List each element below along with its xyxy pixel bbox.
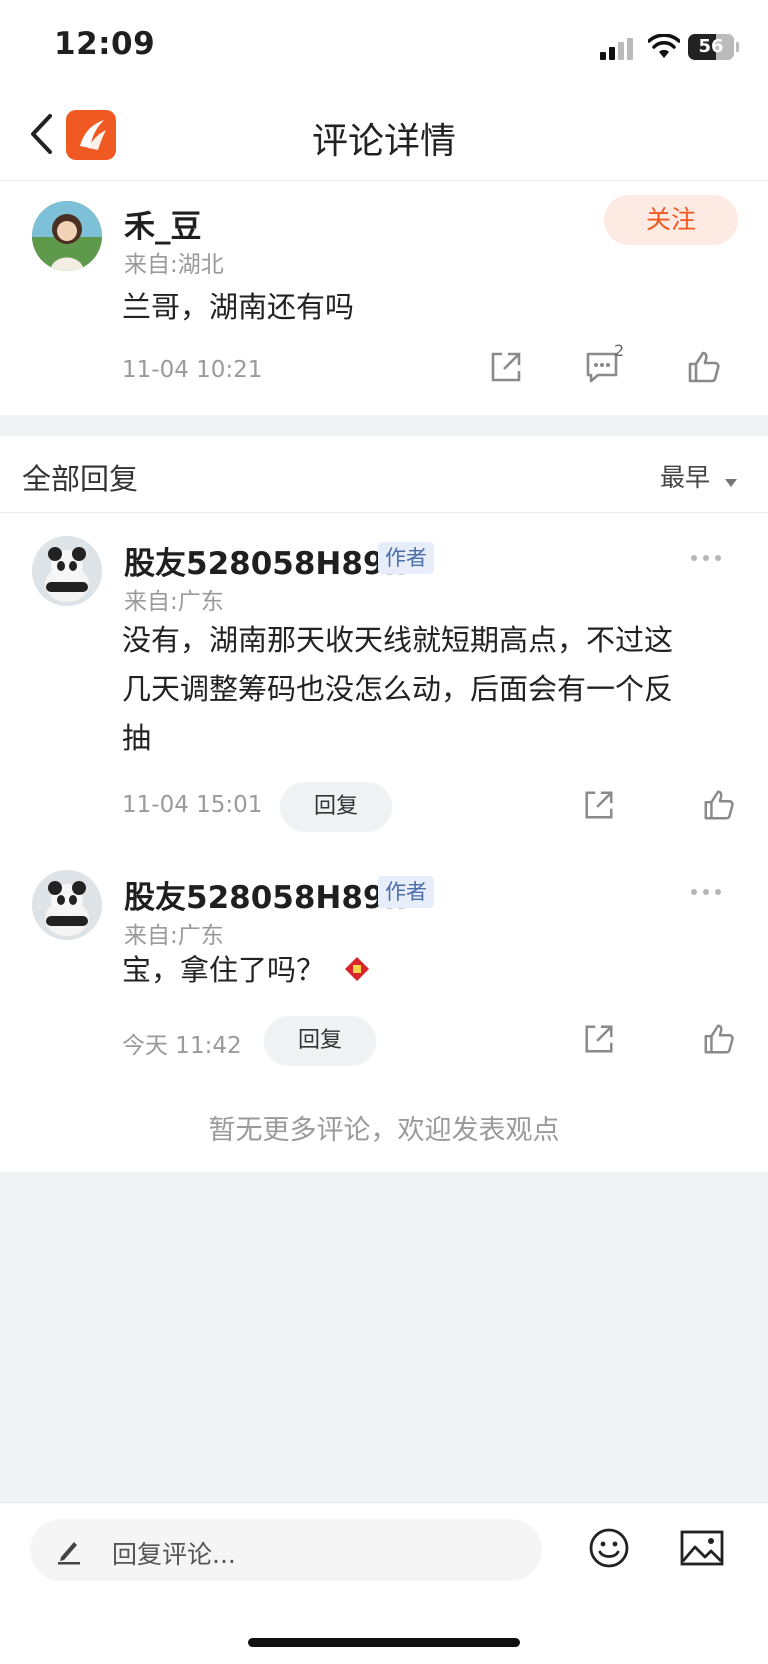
share-icon[interactable] <box>582 1022 616 1056</box>
reply-text-line: 没有，湖南那天收天线就短期高点，不过这 <box>122 623 674 657</box>
avatar[interactable] <box>32 201 102 271</box>
share-icon[interactable] <box>488 349 524 385</box>
replies-section: 全部回复 最早 股友528058H89h 作者 来自:广东 没有，湖南那天收天线… <box>0 436 768 1172</box>
like-icon[interactable] <box>686 349 722 385</box>
battery-cap <box>736 42 739 52</box>
end-of-comments-note: 暂无更多评论，欢迎发表观点 <box>208 1115 560 1146</box>
emoji-icon[interactable] <box>588 1527 630 1569</box>
reply-input-placeholder: 回复评论... <box>112 1540 236 1569</box>
author-badge: 作者 <box>378 542 434 574</box>
chevron-down-icon <box>724 465 738 494</box>
reply-location: 来自:广东 <box>124 923 224 949</box>
reply-text-line: 抽 <box>122 721 152 755</box>
reply-text: 宝，拿住了吗？ <box>122 946 370 997</box>
replies-title: 全部回复 <box>22 462 139 496</box>
reply-location: 来自:广东 <box>124 589 224 615</box>
sort-dropdown[interactable]: 最早 <box>660 458 738 494</box>
reply-timestamp: 今天 11:42 <box>122 1033 242 1059</box>
sort-label: 最早 <box>660 463 711 492</box>
cellular-signal-icon <box>598 38 634 60</box>
comment-text: 兰哥，湖南还有吗 <box>122 290 355 324</box>
reply-button[interactable]: 回复 <box>264 1016 376 1066</box>
author-badge: 作者 <box>378 876 434 908</box>
comment-location: 来自:湖北 <box>124 252 224 278</box>
divider <box>0 512 768 513</box>
main-comment-card: 禾_豆 来自:湖北 关注 兰哥，湖南还有吗 11-04 10:21 2 <box>0 181 768 415</box>
reply-item: 股友528058H89h 作者 来自:广东 没有，湖南那天收天线就短期高点，不过… <box>0 522 768 852</box>
wifi-icon <box>648 34 680 60</box>
status-bar: 12:09 56 <box>0 0 768 88</box>
more-options-icon[interactable] <box>690 554 722 562</box>
home-indicator <box>248 1638 520 1647</box>
battery-level: 56 <box>698 36 724 57</box>
follow-button[interactable]: 关注 <box>604 195 738 245</box>
reply-input[interactable]: 回复评论... <box>30 1519 542 1581</box>
page-title: 评论详情 <box>311 121 456 162</box>
comment-timestamp: 11-04 10:21 <box>122 357 263 383</box>
image-icon[interactable] <box>680 1529 724 1567</box>
battery-icon: 56 <box>688 34 734 60</box>
like-icon[interactable] <box>702 788 736 822</box>
nav-bar: 评论详情 <box>0 88 768 181</box>
avatar[interactable] <box>32 536 102 606</box>
reply-count-badge: 2 <box>614 341 625 360</box>
avatar[interactable] <box>32 870 102 940</box>
more-options-icon[interactable] <box>690 888 722 896</box>
bottom-bar: 回复评论... <box>0 1502 768 1664</box>
reply-text-line: 几天调整筹码也没怎么动，后面会有一个反 <box>122 672 674 706</box>
reply-username[interactable]: 股友528058H89h <box>124 538 407 583</box>
fortune-emoji-icon <box>344 948 370 997</box>
reply-timestamp: 11-04 15:01 <box>122 792 263 818</box>
like-icon[interactable] <box>702 1022 736 1056</box>
reply-item: 股友528058H89h 作者 来自:广东 宝，拿住了吗？ 今天 11:42 回… <box>0 856 768 1096</box>
reply-text: 没有，湖南那天收天线就短期高点，不过这 几天调整筹码也没怎么动，后面会有一个反 … <box>122 616 673 763</box>
reply-button[interactable]: 回复 <box>280 782 392 832</box>
pencil-icon <box>56 1537 82 1565</box>
reply-username[interactable]: 股友528058H89h <box>124 872 407 917</box>
comment-username[interactable]: 禾_豆 <box>124 201 202 246</box>
reply-text-content: 宝，拿住了吗？ <box>122 953 326 987</box>
status-time: 12:09 <box>54 26 156 62</box>
share-icon[interactable] <box>582 788 616 822</box>
